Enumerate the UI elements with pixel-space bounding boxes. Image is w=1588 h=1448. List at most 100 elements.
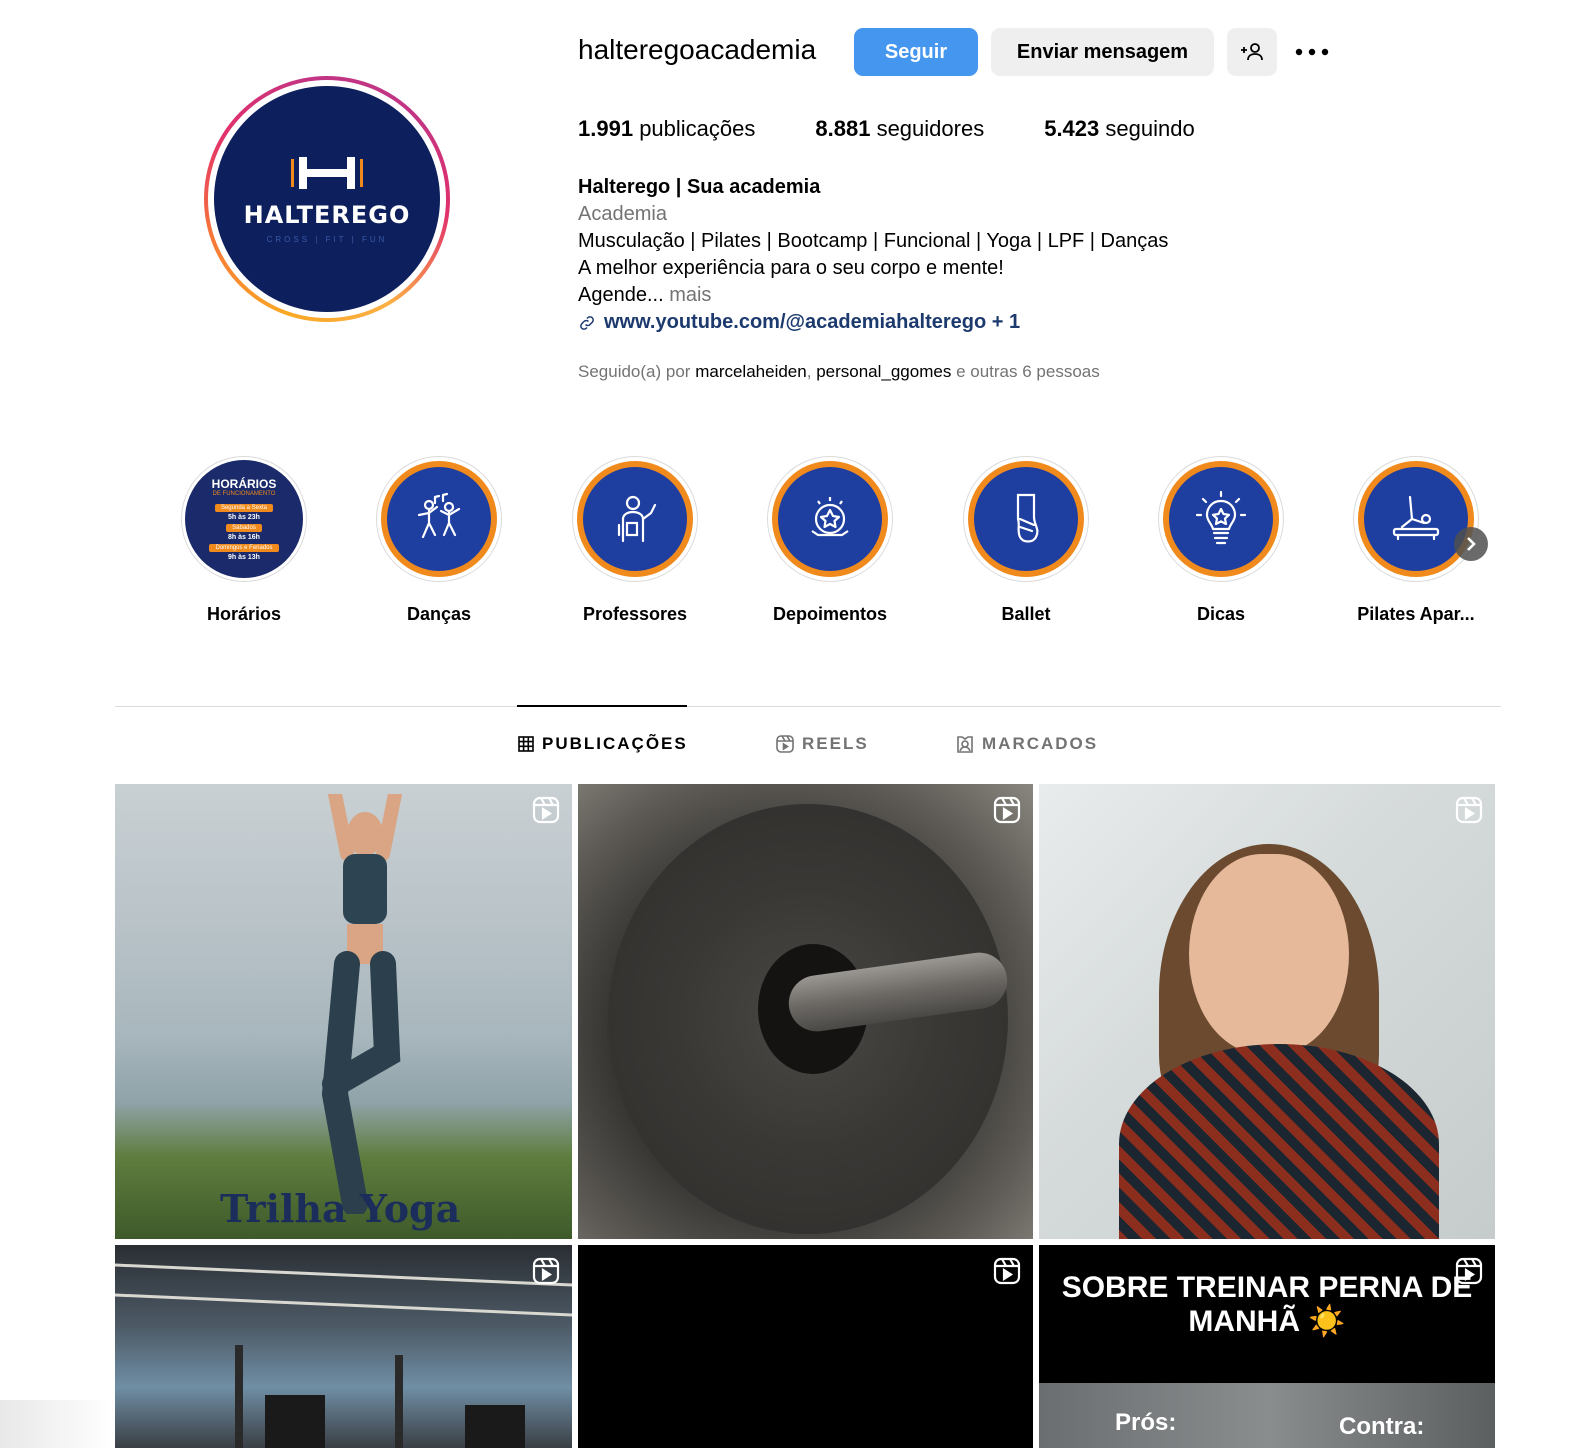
bio-line-2: A melhor experiência para o seu corpo e …	[578, 257, 1004, 279]
tab-publicacoes[interactable]: PUBLICAÇÕES	[518, 734, 688, 754]
highlight-cover	[974, 467, 1078, 571]
post-thumbnail[interactable]	[1039, 784, 1495, 1239]
post-thumbnail[interactable]	[578, 1245, 1033, 1448]
highlight-cover	[583, 467, 687, 571]
post-pros-label: Prós:	[1115, 1409, 1177, 1436]
tab-label: MARCADOS	[982, 734, 1099, 753]
avatar-border: HALTEREGO CROSS | FIT | FUN	[208, 80, 446, 318]
highlight-dicas[interactable]: Dicas	[1131, 456, 1311, 625]
followed-by-user-2[interactable]: personal_ggomes	[816, 362, 951, 381]
grid-icon	[518, 736, 534, 752]
follow-button[interactable]: Seguir	[854, 28, 978, 76]
trainer-icon	[617, 495, 657, 543]
following-stat[interactable]: 5.423 seguindo	[1044, 116, 1195, 142]
post-thumbnail[interactable]: Trilha Yoga	[115, 784, 572, 1239]
followed-by-prefix: Seguido(a) por	[578, 362, 691, 381]
bio-truncated-text: Agende...	[578, 284, 664, 306]
schedule-hours: 9h às 13h	[228, 554, 260, 561]
chevron-right-icon	[1467, 537, 1476, 551]
post-thumbnail[interactable]	[115, 1245, 572, 1448]
lightbulb-icon	[1195, 490, 1247, 545]
dancers-icon	[417, 492, 461, 539]
send-message-button[interactable]: Enviar mensagem	[991, 28, 1214, 76]
ballet-shoe-icon	[1016, 493, 1039, 543]
highlight-ring	[1158, 456, 1284, 582]
profile-avatar-ring[interactable]: HALTEREGO CROSS | FIT | FUN	[204, 76, 450, 322]
highlight-border	[1358, 461, 1474, 577]
reel-icon	[532, 1257, 560, 1285]
avatar: HALTEREGO CROSS | FIT | FUN	[214, 86, 440, 312]
avatar-brand: HALTEREGO	[243, 200, 411, 229]
reel-icon	[993, 796, 1021, 824]
avatar-tagline: CROSS | FIT | FUN	[266, 234, 388, 244]
schedule-title: HORÁRIOS	[211, 477, 277, 491]
followed-by-suffix: e outras 6 pessoas	[956, 362, 1100, 381]
active-tab-indicator	[517, 705, 687, 707]
star-badge-icon	[811, 497, 849, 537]
highlight-border	[381, 461, 497, 577]
profile-bio: Halterego | Sua academia Academia Muscul…	[578, 174, 1168, 336]
highlight-label: Dicas	[1196, 604, 1246, 624]
person-face	[1189, 854, 1349, 1054]
person-shirt	[1119, 1044, 1439, 1239]
followed-by-separator: ,	[806, 362, 812, 381]
schedule-hours: 8h às 16h	[228, 534, 260, 541]
highlight-ring	[963, 456, 1089, 582]
followed-by[interactable]: Seguido(a) por marcelaheiden, personal_g…	[578, 362, 1100, 382]
reel-icon	[532, 796, 560, 824]
highlight-ballet[interactable]: Ballet	[936, 456, 1116, 625]
woman-yoga-pose	[321, 794, 402, 1214]
highlight-ring	[572, 456, 698, 582]
post-overlay-text: SOBRE TREINAR PERNA DE MANHÃ ☀️	[1061, 1271, 1473, 1338]
posts-count: 1.991	[578, 116, 634, 141]
highlights-next-button[interactable]	[1454, 527, 1488, 561]
schedule-subtitle: DE FUNCIONAMENTO	[212, 491, 276, 497]
schedule-hours: 5h às 23h	[228, 514, 260, 521]
pilates-icon	[1392, 495, 1440, 541]
reel-icon	[1455, 796, 1483, 824]
post-thumbnail[interactable]	[578, 784, 1033, 1239]
post-contra-label: Contra:	[1339, 1413, 1425, 1440]
followers-count: 8.881	[815, 116, 871, 141]
more-options-button[interactable]	[1288, 28, 1336, 76]
highlight-cover	[1364, 467, 1468, 571]
tab-label: REELS	[802, 734, 869, 753]
tab-reels[interactable]: REELS	[776, 734, 869, 754]
highlight-border	[968, 461, 1084, 577]
schedule-cover: HORÁRIOS DE FUNCIONAMENTO Segunda a Sext…	[185, 460, 303, 578]
highlight-label: Danças	[406, 604, 472, 624]
following-count: 5.423	[1044, 116, 1100, 141]
suggest-users-button[interactable]	[1227, 28, 1277, 76]
highlight-ring	[767, 456, 893, 582]
profile-stats: 1.991 publicações 8.881 seguidores 5.423…	[578, 116, 1255, 142]
link-icon	[580, 315, 594, 330]
posts-label: publicações	[639, 116, 756, 141]
highlight-dancas[interactable]: Danças	[349, 456, 529, 625]
reel-icon	[1455, 1257, 1483, 1285]
highlight-ring: HORÁRIOS DE FUNCIONAMENTO Segunda a Sext…	[181, 456, 307, 582]
post-image-strip	[1039, 1383, 1495, 1448]
reels-icon	[776, 735, 794, 753]
highlight-cover	[387, 467, 491, 571]
highlight-horarios[interactable]: HORÁRIOS DE FUNCIONAMENTO Segunda a Sext…	[154, 456, 334, 625]
highlight-label: Ballet	[1001, 604, 1051, 624]
following-label: seguindo	[1105, 116, 1195, 141]
highlight-border	[1163, 461, 1279, 577]
highlight-professores[interactable]: Professores	[545, 456, 725, 625]
followed-by-user-1[interactable]: marcelaheiden	[695, 362, 807, 381]
bio-link[interactable]: www.youtube.com/@academiahalterego + 1	[578, 309, 1168, 336]
highlight-depoimentos[interactable]: Depoimentos	[740, 456, 920, 625]
post-thumbnail[interactable]: SOBRE TREINAR PERNA DE MANHÃ ☀️ Prós: Co…	[1039, 1245, 1495, 1448]
followers-stat[interactable]: 8.881 seguidores	[815, 116, 984, 142]
add-user-icon	[1241, 43, 1263, 61]
bio-name: Halterego | Sua academia	[578, 176, 821, 198]
highlight-ring	[376, 456, 502, 582]
schedule-day: Sábados	[226, 524, 262, 532]
highlight-label: Pilates Apar...	[1357, 604, 1475, 624]
gym-interior	[115, 1263, 572, 1448]
highlight-border	[772, 461, 888, 577]
highlight-border	[577, 461, 693, 577]
bio-more-link[interactable]: mais	[669, 284, 711, 306]
halterego-logo-icon	[291, 156, 363, 189]
tab-marcados[interactable]: MARCADOS	[956, 734, 1098, 754]
